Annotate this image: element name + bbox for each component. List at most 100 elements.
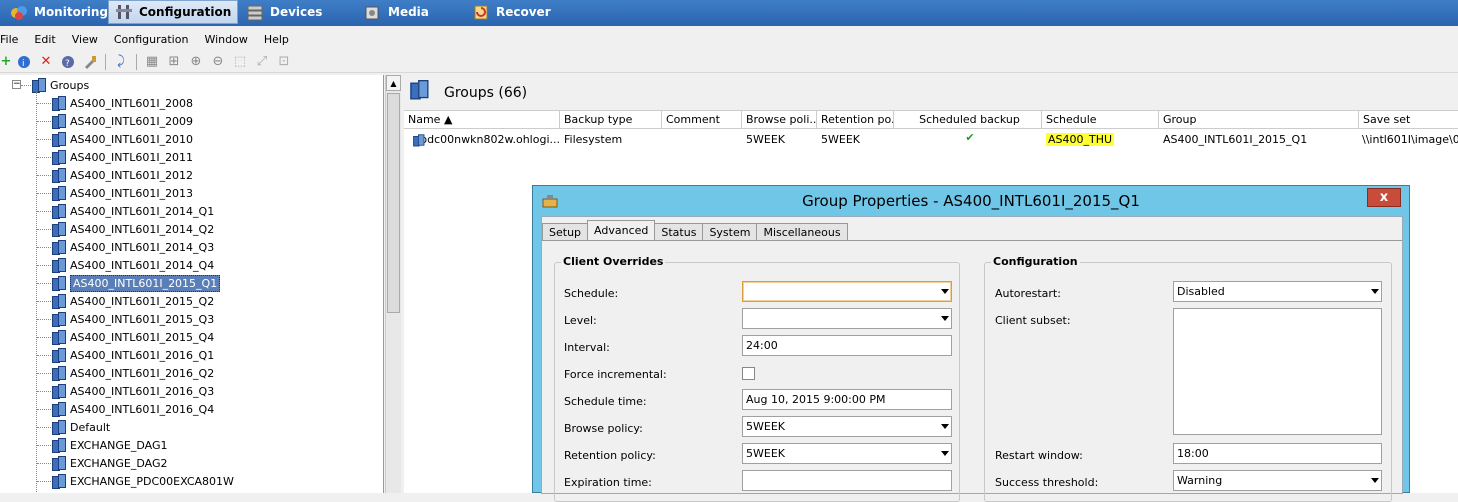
scroll-up-arrow-icon[interactable]: ▲ [386,75,401,91]
top-navigation-bar: Monitoring Configuration Devices Media R… [0,0,1458,26]
scroll-thumb[interactable] [387,93,400,313]
tree-item[interactable]: AS400_INTL601I_2014_Q2 [51,220,214,238]
refresh-icon[interactable]: ⤸ [111,52,131,72]
client-subset-list[interactable] [1173,308,1382,435]
menu-file[interactable]: File [0,33,26,46]
svg-text:i: i [22,59,25,69]
fit-window-icon[interactable]: ⤢ [252,52,272,72]
tree-item[interactable]: AS400_INTL601I_2013 [51,184,193,202]
close-button[interactable]: x [1367,188,1401,207]
group-properties-dialog: Group Properties - AS400_INTL601I_2015_Q… [532,185,1410,502]
properties-icon[interactable] [80,52,100,72]
tree-scrollbar[interactable]: ▲ [385,75,401,493]
tab-status[interactable]: Status [654,223,704,241]
nav-monitoring[interactable]: Monitoring [4,0,114,24]
success-threshold-select[interactable]: Warning [1173,470,1382,491]
tree-item[interactable]: EXCHANGE_PDC00EXCA801W [51,472,234,490]
browse-policy-select[interactable]: 5WEEK [742,416,952,437]
tree-item[interactable]: AS400_INTL601I_2016_Q3 [51,382,214,400]
info-icon[interactable]: i [14,52,34,72]
browse-policy-label: Browse policy: [564,422,643,435]
tree-line [37,409,51,410]
toolbar-separator [136,53,137,70]
menu-edit[interactable]: Edit [26,33,63,46]
help-icon[interactable]: ? [58,52,78,72]
retention-policy-select[interactable]: 5WEEK [742,443,952,464]
tree-item-label: EXCHANGE_DAG2 [70,456,168,470]
tree-item[interactable]: AS400_INTL601I_2010 [51,130,193,148]
table-view-icon[interactable]: ▦ [142,52,162,72]
level-select[interactable] [742,308,952,329]
column-header-comment[interactable]: Comment [662,111,742,129]
tree-item[interactable]: AS400_INTL601I_2015_Q2 [51,292,214,310]
group-icon [51,240,66,255]
tab-system[interactable]: System [702,223,758,241]
force-incremental-checkbox[interactable] [742,367,755,380]
column-header-schedule[interactable]: Schedule [1042,111,1159,129]
tree-item[interactable]: AS400_INTL601I_2015_Q4 [51,328,214,346]
nav-devices[interactable]: Devices [240,0,328,24]
tree-item[interactable]: AS400_INTL601I_2014_Q4 [51,256,214,274]
dialog-tabs: Setup Advanced Status System Miscellaneo… [542,219,848,241]
group-icon [51,438,66,453]
menu-view[interactable]: View [64,33,106,46]
menu-configuration[interactable]: Configuration [106,33,197,46]
tree-item[interactable]: AS400_INTL601I_2015_Q1 [51,274,221,292]
cell-schedule: AS400_THU [1042,131,1159,149]
tree-item[interactable]: AS400_INTL601I_2011 [51,148,193,166]
nav-media[interactable]: Media [358,0,435,24]
interval-input[interactable]: 24:00 [742,335,952,356]
layout-icon[interactable]: ⊡ [274,52,294,72]
tree-line [37,463,51,464]
delete-icon[interactable]: ✕ [36,52,56,72]
expiration-time-input[interactable] [742,470,952,491]
column-header-name[interactable]: Name ▲ [404,111,560,129]
schedule-select[interactable] [742,281,952,302]
tab-miscellaneous[interactable]: Miscellaneous [756,223,848,241]
tree-item[interactable]: EXCHANGE_DAG1 [51,436,168,454]
tab-advanced[interactable]: Advanced [587,220,656,241]
column-header-save-set[interactable]: Save set [1359,111,1458,129]
tree-item[interactable]: AS400_INTL601I_2016_Q1 [51,346,214,364]
schedule-time-input[interactable]: Aug 10, 2015 9:00:00 PM [742,389,952,410]
level-label: Level: [564,314,597,327]
tree-item[interactable]: AS400_INTL601I_2014_Q1 [51,202,214,220]
group-icon [51,456,66,471]
collapse-toggle-icon[interactable]: − [12,80,21,89]
chevron-down-icon [1371,289,1379,294]
nav-configuration[interactable]: Configuration [108,0,239,24]
tree-view-icon[interactable]: ⊞ [164,52,184,72]
zoom-out-icon[interactable]: ⊖ [208,52,228,72]
client-overrides-group: Client Overrides Schedule: Level: Interv… [554,255,960,502]
column-header-browse-policy[interactable]: Browse poli... [742,111,817,129]
column-header-scheduled-backup[interactable]: Scheduled backup [894,111,1042,129]
tree-item-label: AS400_INTL601I_2015_Q2 [70,294,215,308]
tab-setup[interactable]: Setup [542,223,589,241]
tree-item[interactable]: AS400_INTL601I_2016_Q2 [51,364,214,382]
column-header-backup-type[interactable]: Backup type [560,111,662,129]
menu-help[interactable]: Help [256,33,297,46]
column-header-group[interactable]: Group [1159,111,1359,129]
chevron-down-icon [941,316,949,321]
tree-item[interactable]: AS400_INTL601I_2009 [51,112,193,130]
tree-item[interactable]: AS400_INTL601I_2016_Q4 [51,400,214,418]
tree-item[interactable]: AS400_INTL601I_2008 [51,94,193,112]
tree-line [36,92,37,493]
panel-header: Groups (66) [404,75,1458,111]
autorestart-select[interactable]: Disabled [1173,281,1382,302]
column-header-retention-policy[interactable]: Retention po... [817,111,894,129]
menu-window[interactable]: Window [196,33,255,46]
tree-root-groups[interactable]: Groups [31,76,89,94]
zoom-in-icon[interactable]: ⊕ [186,52,206,72]
tree-item[interactable]: AS400_INTL601I_2015_Q3 [51,310,214,328]
tree-item[interactable]: EXCHANGE_DAG2 [51,454,168,472]
tree-line [37,391,51,392]
add-icon[interactable]: + [0,52,12,72]
zoom-select-icon[interactable]: ⬚ [230,52,250,72]
tree-item[interactable]: Default [51,418,110,436]
tree-item[interactable]: AS400_INTL601I_2014_Q3 [51,238,214,256]
tree-item[interactable]: AS400_INTL601I_2012 [51,166,193,184]
tree-line [37,301,51,302]
restart-window-input[interactable]: 18:00 [1173,443,1382,464]
nav-recover[interactable]: Recover [466,0,557,24]
